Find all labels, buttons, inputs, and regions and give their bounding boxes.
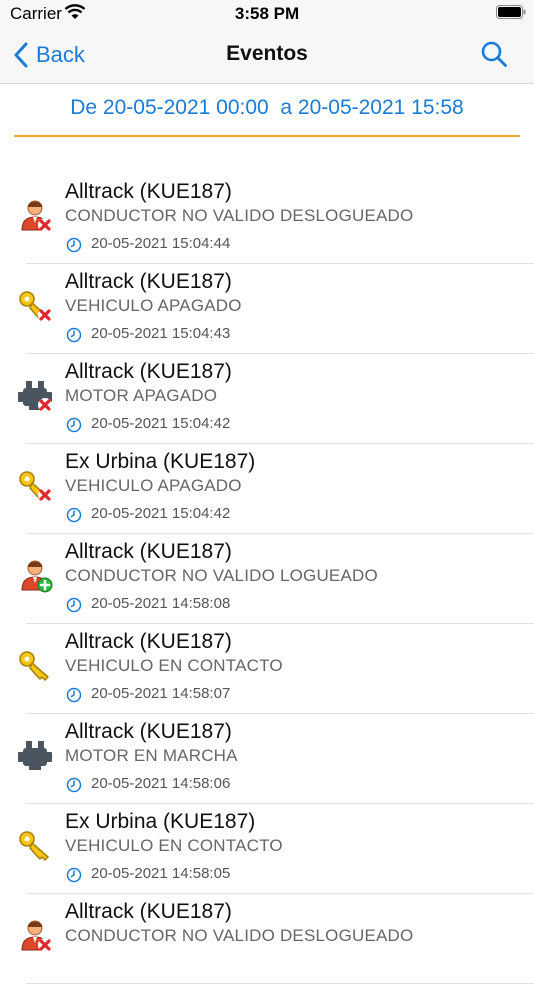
key-icon (19, 831, 49, 861)
clock-icon (66, 597, 82, 613)
event-row[interactable]: Alltrack (KUE187) MOTOR APAGADO 20-05-2021… (0, 354, 534, 444)
clock-icon (66, 327, 82, 343)
chevron-left-icon (14, 42, 28, 68)
clock-icon (66, 687, 82, 703)
event-description: CONDUCTOR NO VALIDO DESLOGUEADO (65, 926, 414, 945)
event-timestamp: 20-05-2021 14:58:07 (91, 685, 231, 702)
event-row[interactable]: Ex Urbina (KUE187) VEHICULO EN CONTACTO 20… (0, 804, 534, 894)
event-description: MOTOR APAGADO (65, 386, 218, 405)
driver-remove-icon (21, 200, 54, 234)
event-timestamp: 20-05-2021 14:58:08 (91, 595, 231, 612)
event-vehicle-title: Ex Urbina (KUE187) (65, 810, 256, 833)
date-range[interactable]: De 20-05-2021 00:00 a 20-05-2021 15:58 (0, 96, 534, 120)
clock-icon (66, 777, 82, 793)
event-description: CONDUCTOR NO VALIDO DESLOGUEADO (65, 206, 414, 225)
battery-icon (496, 5, 526, 19)
driver-remove-icon (21, 920, 54, 954)
event-timestamp: 20-05-2021 14:58:06 (91, 775, 231, 792)
clock-icon (66, 507, 82, 523)
engine-icon (18, 741, 52, 770)
driver-add-icon (21, 560, 54, 594)
range-divider (14, 135, 520, 137)
event-vehicle-title: Alltrack (KUE187) (65, 720, 232, 743)
back-label: Back (36, 42, 85, 67)
event-vehicle-title: Alltrack (KUE187) (65, 360, 232, 383)
event-timestamp: 20-05-2021 15:04:44 (91, 235, 231, 252)
event-row[interactable]: Alltrack (KUE187) CONDUCTOR NO VALIDO DES… (0, 894, 534, 984)
event-description: VEHICULO EN CONTACTO (65, 836, 283, 855)
clock-icon (66, 237, 82, 253)
key-off-icon (19, 291, 54, 324)
status-time: 3:58 PM (234, 4, 300, 23)
back-button[interactable]: Back (14, 40, 85, 70)
key-icon (19, 651, 49, 681)
event-vehicle-title: Alltrack (KUE187) (65, 270, 232, 293)
event-row[interactable]: Alltrack (KUE187) CONDUCTOR NO VALIDO DES… (0, 174, 534, 264)
clock-icon (66, 867, 82, 883)
event-description: MOTOR EN MARCHA (65, 746, 238, 765)
event-timestamp: 20-05-2021 15:04:43 (91, 325, 231, 342)
event-timestamp: 20-05-2021 15:04:42 (91, 505, 231, 522)
event-description: VEHICULO APAGADO (65, 296, 242, 315)
clock-icon (66, 417, 82, 433)
event-vehicle-title: Alltrack (KUE187) (65, 540, 232, 563)
event-description: VEHICULO APAGADO (65, 476, 242, 495)
status-bar: Carrier 3:58 PM (0, 0, 534, 30)
event-row[interactable]: Alltrack (KUE187) VEHICULO APAGADO 20-05-2… (0, 264, 534, 354)
search-icon[interactable] (480, 40, 508, 68)
event-description: CONDUCTOR NO VALIDO LOGUEADO (65, 566, 378, 585)
event-vehicle-title: Alltrack (KUE187) (65, 630, 232, 653)
event-row[interactable]: Alltrack (KUE187) MOTOR EN MARCHA 20-05-20… (0, 714, 534, 804)
engine-off-icon (18, 381, 54, 414)
event-vehicle-title: Ex Urbina (KUE187) (65, 450, 256, 473)
event-timestamp: 20-05-2021 14:58:05 (91, 865, 231, 882)
event-vehicle-title: Alltrack (KUE187) (65, 900, 232, 923)
event-row[interactable]: Ex Urbina (KUE187) VEHICULO APAGADO 20-05-… (0, 444, 534, 534)
event-row[interactable]: Alltrack (KUE187) CONDUCTOR NO VALIDO LOG… (0, 534, 534, 624)
navigation-bar: Back Eventos (0, 30, 534, 84)
event-description: VEHICULO EN CONTACTO (65, 656, 283, 675)
key-off-icon (19, 471, 54, 504)
event-vehicle-title: Alltrack (KUE187) (65, 180, 232, 203)
event-list: Alltrack (KUE187) CONDUCTOR NO VALIDO DES… (0, 174, 534, 984)
event-row[interactable]: Alltrack (KUE187) VEHICULO EN CONTACTO 20-… (0, 624, 534, 714)
event-timestamp: 20-05-2021 15:04:42 (91, 415, 231, 432)
